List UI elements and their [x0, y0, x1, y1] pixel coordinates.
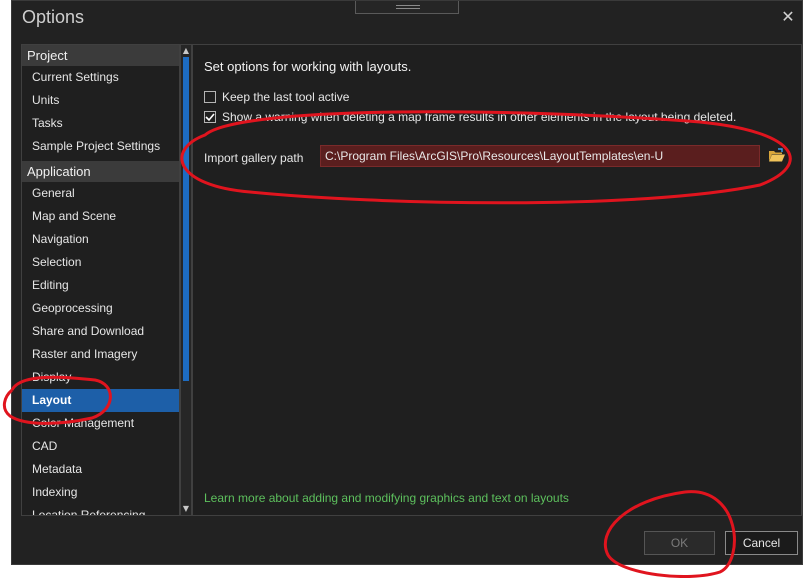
nav-item-current-settings[interactable]: Current Settings — [22, 66, 179, 89]
scroll-down-icon[interactable]: ▼ — [181, 503, 191, 515]
scroll-thumb[interactable] — [183, 57, 189, 381]
folder-open-icon[interactable] — [767, 146, 787, 164]
nav-item-metadata[interactable]: Metadata — [22, 458, 179, 481]
nav-item-geoprocessing[interactable]: Geoprocessing — [22, 297, 179, 320]
nav-item-units[interactable]: Units — [22, 89, 179, 112]
nav-item-navigation[interactable]: Navigation — [22, 228, 179, 251]
options-dialog: Options ✕ Project Current Settings Units… — [11, 0, 803, 565]
close-icon[interactable]: ✕ — [778, 7, 798, 27]
nav-item-editing[interactable]: Editing — [22, 274, 179, 297]
option-show-warning[interactable]: Show a warning when deleting a map frame… — [204, 110, 736, 124]
nav-item-share-and-download[interactable]: Share and Download — [22, 320, 179, 343]
dialog-title: Options — [22, 7, 85, 27]
cancel-button[interactable]: Cancel — [725, 531, 798, 555]
nav-item-layout[interactable]: Layout — [22, 389, 179, 412]
import-gallery-path-input[interactable] — [320, 145, 760, 167]
nav-scrollbar[interactable]: ▲ ▼ — [180, 44, 192, 516]
show-warning-label: Show a warning when deleting a map frame… — [222, 110, 737, 124]
nav-item-map-and-scene[interactable]: Map and Scene — [22, 205, 179, 228]
nav-group-project: Project — [22, 45, 179, 66]
nav-item-general[interactable]: General — [22, 182, 179, 205]
option-keep-last-tool[interactable]: Keep the last tool active — [204, 90, 349, 104]
keep-last-tool-checkbox[interactable] — [204, 91, 216, 103]
keep-last-tool-label: Keep the last tool active — [222, 90, 350, 104]
nav-item-selection[interactable]: Selection — [22, 251, 179, 274]
nav-item-display[interactable]: Display — [22, 366, 179, 389]
learn-more-link[interactable]: Learn more about adding and modifying gr… — [204, 491, 569, 505]
scroll-up-icon[interactable]: ▲ — [181, 45, 191, 57]
nav-item-sample-project-settings[interactable]: Sample Project Settings — [22, 135, 179, 158]
ok-button[interactable]: OK — [644, 531, 715, 555]
nav-item-cad[interactable]: CAD — [22, 435, 179, 458]
nav-group-application: Application — [22, 161, 179, 182]
nav-item-indexing[interactable]: Indexing — [22, 481, 179, 504]
checkmark-icon — [205, 113, 215, 122]
resize-grip[interactable] — [355, 1, 459, 14]
import-gallery-path-label: Import gallery path — [204, 151, 304, 165]
nav-item-location-referencing[interactable]: Location Referencing — [22, 504, 179, 515]
show-warning-checkbox[interactable] — [204, 111, 216, 123]
nav-item-tasks[interactable]: Tasks — [22, 112, 179, 135]
panel-heading: Set options for working with layouts. — [204, 59, 412, 74]
layout-options-panel: Set options for working with layouts. Ke… — [192, 44, 802, 516]
options-nav: Project Current Settings Units Tasks Sam… — [21, 44, 180, 516]
nav-item-raster-and-imagery[interactable]: Raster and Imagery — [22, 343, 179, 366]
nav-item-color-management[interactable]: Color Management — [22, 412, 179, 435]
